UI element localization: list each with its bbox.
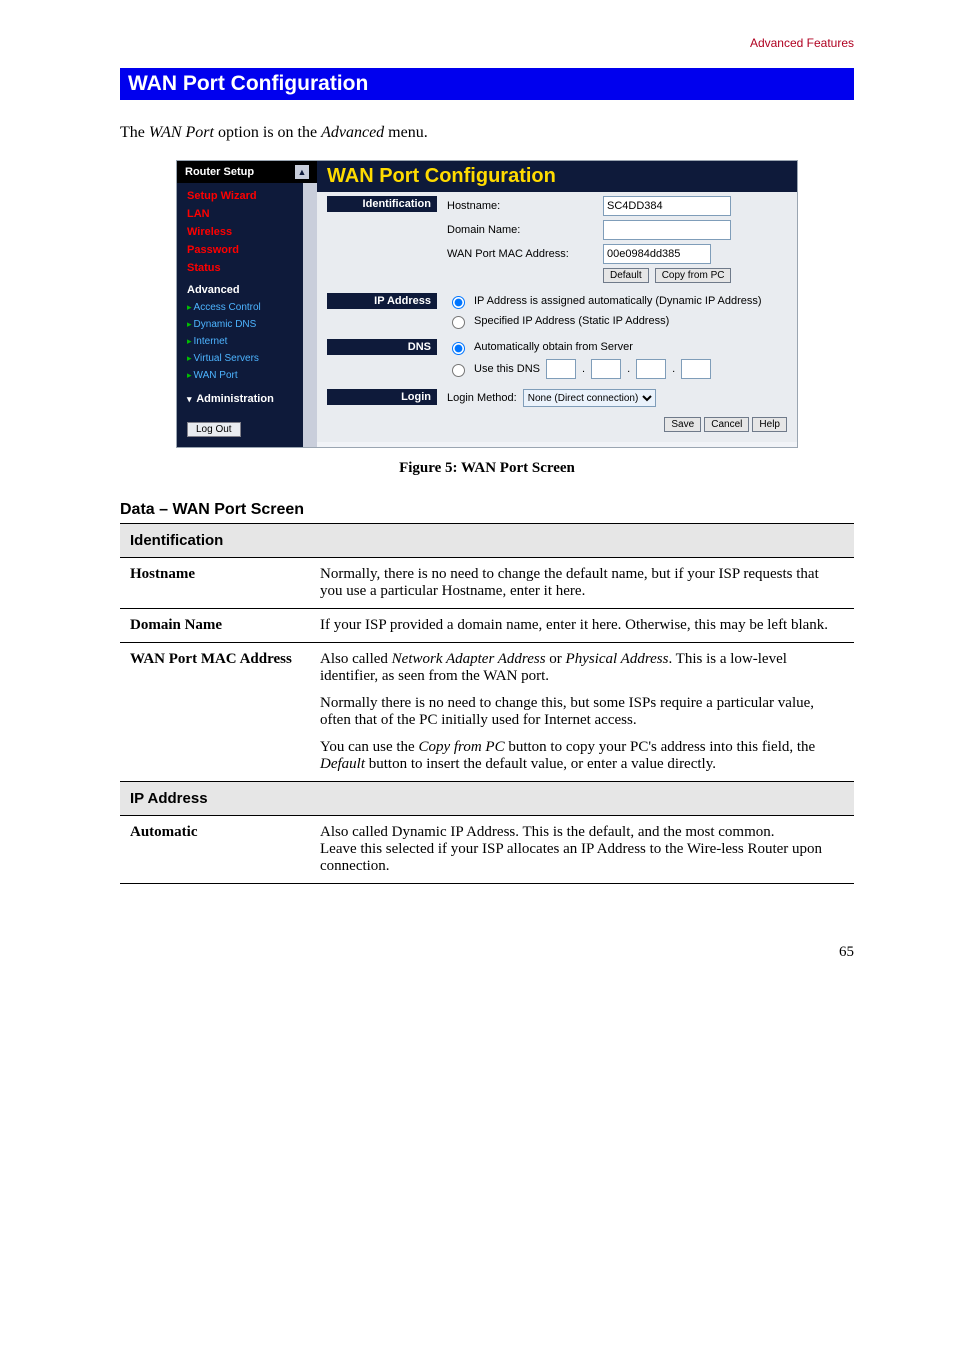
data-table: Identification Hostname Normally, there …	[120, 523, 854, 884]
data-section-title: Data – WAN Port Screen	[120, 501, 854, 519]
nav-lan[interactable]: LAN	[187, 208, 210, 220]
nav-password[interactable]: Password	[187, 244, 239, 256]
arrow-down-icon: ▾	[187, 394, 192, 404]
chevron-right-icon: ▸	[187, 319, 192, 329]
dns-auto-radio[interactable]	[452, 342, 465, 355]
dns-octet-1[interactable]	[546, 359, 576, 379]
default-button[interactable]: Default	[603, 268, 649, 283]
domain-key: Domain Name	[120, 609, 310, 643]
dns-use-label: Use this DNS	[474, 363, 540, 375]
hostname-input[interactable]	[603, 196, 731, 216]
chevron-right-icon: ▸	[187, 302, 192, 312]
nav-internet[interactable]: Internet	[194, 336, 228, 347]
chevron-right-icon: ▸	[187, 336, 192, 346]
copy-from-pc-button[interactable]: Copy from PC	[655, 268, 732, 283]
router-setup-title: Router Setup	[185, 166, 254, 178]
table-section-ip: IP Address	[120, 782, 854, 816]
ip-section-label: IP Address	[327, 293, 437, 309]
mac-desc: Also called Network Adapter Address or P…	[310, 643, 854, 782]
dns-section-label: DNS	[327, 339, 437, 355]
nav-wireless[interactable]: Wireless	[187, 226, 232, 238]
login-section-label: Login	[327, 389, 437, 405]
nav-access-control[interactable]: Access Control	[194, 302, 261, 313]
mac-label: WAN Port MAC Address:	[447, 248, 597, 260]
page-header-breadcrumb: Advanced Features	[120, 36, 854, 50]
dns-octet-3[interactable]	[636, 359, 666, 379]
automatic-key: Automatic	[120, 816, 310, 884]
hostname-key: Hostname	[120, 558, 310, 609]
nav-wan-port[interactable]: WAN Port	[194, 370, 238, 381]
cancel-button[interactable]: Cancel	[704, 417, 749, 432]
hostname-label: Hostname:	[447, 200, 597, 212]
nav-advanced-group[interactable]: Advanced	[187, 284, 240, 296]
nav-virtual-servers[interactable]: Virtual Servers	[194, 353, 259, 364]
intro-paragraph: The WAN Port option is on the Advanced m…	[120, 124, 854, 142]
panel-title: WAN Port Configuration	[317, 161, 797, 192]
ip-static-radio[interactable]	[452, 316, 465, 329]
domain-label: Domain Name:	[447, 224, 597, 236]
figure-caption: Figure 5: WAN Port Screen	[120, 460, 854, 477]
dns-auto-label: Automatically obtain from Server	[474, 341, 633, 353]
help-button[interactable]: Help	[752, 417, 787, 432]
nav-setup-wizard[interactable]: Setup Wizard	[187, 190, 257, 202]
login-method-select[interactable]: None (Direct connection)	[523, 389, 656, 407]
save-button[interactable]: Save	[664, 417, 701, 432]
nav-administration-group[interactable]: ▾ Administration	[187, 393, 274, 405]
ip-dynamic-radio[interactable]	[452, 296, 465, 309]
mac-key: WAN Port MAC Address	[120, 643, 310, 782]
automatic-desc: Also called Dynamic IP Address. This is …	[310, 816, 854, 884]
ip-dynamic-label: IP Address is assigned automatically (Dy…	[474, 295, 762, 307]
dns-use-radio[interactable]	[452, 364, 465, 377]
dns-octet-2[interactable]	[591, 359, 621, 379]
nav-status[interactable]: Status	[187, 262, 221, 274]
chevron-right-icon: ▸	[187, 353, 192, 363]
router-setup-titlebar: Router Setup ▲	[177, 161, 317, 183]
logout-button[interactable]: Log Out	[187, 422, 241, 437]
scroll-up-icon[interactable]: ▲	[295, 165, 309, 179]
domain-input[interactable]	[603, 220, 731, 240]
table-section-identification: Identification	[120, 524, 854, 558]
page-number: 65	[120, 944, 854, 961]
wan-port-screenshot: Router Setup ▲ Setup Wizard LAN Wireless…	[176, 160, 798, 448]
identification-section-label: Identification	[327, 196, 437, 212]
domain-desc: If your ISP provided a domain name, ente…	[310, 609, 854, 643]
ip-static-label: Specified IP Address (Static IP Address)	[474, 315, 669, 327]
chevron-right-icon: ▸	[187, 370, 192, 380]
mac-input[interactable]	[603, 244, 711, 264]
section-title-bar: WAN Port Configuration	[120, 68, 854, 100]
nav-dynamic-dns[interactable]: Dynamic DNS	[194, 319, 257, 330]
hostname-desc: Normally, there is no need to change the…	[310, 558, 854, 609]
dns-octet-4[interactable]	[681, 359, 711, 379]
login-method-label: Login Method:	[447, 392, 517, 404]
